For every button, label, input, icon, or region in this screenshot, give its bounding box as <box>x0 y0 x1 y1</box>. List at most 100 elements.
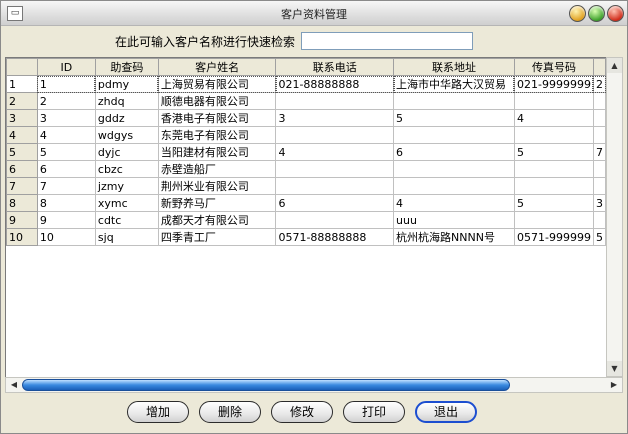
table-cell[interactable] <box>275 211 395 229</box>
table-cell[interactable]: gddz <box>94 109 159 127</box>
table-cell[interactable]: xymc <box>94 194 159 212</box>
table-cell[interactable]: dyjc <box>94 143 159 161</box>
table-cell[interactable] <box>275 126 395 144</box>
table-cell[interactable]: 1 <box>36 75 96 93</box>
table-cell[interactable]: 6 <box>275 194 395 212</box>
table-cell[interactable] <box>275 160 395 178</box>
table-row[interactable]: 5 5 dyjc 当阳建材有限公司 4 6 5 7 <box>6 143 606 161</box>
table-cell[interactable]: 当阳建材有限公司 <box>157 143 277 161</box>
table-cell[interactable] <box>513 126 594 144</box>
table-cell[interactable]: 0571-999999 <box>513 228 594 246</box>
table-cell[interactable]: 6 <box>36 160 96 178</box>
search-input[interactable] <box>301 32 473 50</box>
table-cell[interactable]: 4 <box>275 143 395 161</box>
table-cell[interactable] <box>513 177 594 195</box>
table-cell[interactable] <box>275 92 395 110</box>
table-cell[interactable]: 021-88888888 <box>275 75 395 93</box>
table-cell[interactable]: uuu <box>393 211 515 229</box>
table-cell[interactable]: 四季青工厂 <box>157 228 277 246</box>
table-row[interactable]: 1 1 pdmy 上海贸易有限公司 021-88888888 上海市中华路大汉贸易 021-… <box>6 75 606 93</box>
table-cell[interactable]: 8 <box>36 194 96 212</box>
column-header[interactable]: 助查码 <box>94 58 159 76</box>
table-row[interactable]: 6 6 cbzc 赤壁造船厂 <box>6 160 606 178</box>
horizontal-scroll-thumb[interactable] <box>22 379 510 391</box>
scroll-left-arrow-icon[interactable]: ◀ <box>7 378 21 392</box>
column-header[interactable]: 传真号码 <box>513 58 594 76</box>
column-header[interactable]: 联系电话 <box>275 58 395 76</box>
table-cell[interactable]: 4 <box>513 109 594 127</box>
table-cell[interactable] <box>592 109 606 127</box>
table-cell[interactable]: 10 <box>36 228 96 246</box>
table-cell[interactable]: 3 <box>36 109 96 127</box>
table-cell[interactable]: 赤壁造船厂 <box>157 160 277 178</box>
table-row[interactable]: 2 2 zhdq 顺德电器有限公司 <box>6 92 606 110</box>
table-cell[interactable]: 顺德电器有限公司 <box>157 92 277 110</box>
exit-button[interactable]: 退出 <box>415 401 477 423</box>
table-cell[interactable]: 2 <box>592 75 606 93</box>
table-cell[interactable]: 东莞电子有限公司 <box>157 126 277 144</box>
customer-grid[interactable]: ID 助查码 客户姓名 联系电话 联系地址 传真号码 1 1 pdmy 上海贸易有限公司 021-… <box>5 57 607 379</box>
table-cell[interactable]: 7 <box>36 177 96 195</box>
table-cell[interactable] <box>275 177 395 195</box>
add-button[interactable]: 增加 <box>127 401 189 423</box>
table-cell[interactable]: 9 <box>36 211 96 229</box>
print-button[interactable]: 打印 <box>343 401 405 423</box>
table-cell[interactable]: 6 <box>393 143 515 161</box>
table-cell[interactable]: 5 <box>592 228 606 246</box>
close-button[interactable] <box>607 5 624 22</box>
table-row[interactable]: 10 10 sjq 四季青工厂 0571-88888888 杭州杭海路NNNN号 0571-… <box>6 228 606 246</box>
table-row[interactable]: 9 9 cdtc 成都天才有限公司 uuu <box>6 211 606 229</box>
table-cell[interactable]: sjq <box>94 228 159 246</box>
table-cell[interactable]: 3 <box>592 194 606 212</box>
table-cell[interactable]: pdmy <box>94 75 159 93</box>
table-cell[interactable]: 4 <box>36 126 96 144</box>
table-cell[interactable]: zhdq <box>94 92 159 110</box>
table-cell[interactable]: 2 <box>36 92 96 110</box>
table-cell[interactable] <box>513 160 594 178</box>
table-row[interactable]: 4 4 wdgys 东莞电子有限公司 <box>6 126 606 144</box>
scroll-down-arrow-icon[interactable]: ▼ <box>607 361 622 376</box>
table-cell[interactable] <box>393 92 515 110</box>
table-cell[interactable]: 上海市中华路大汉贸易 <box>393 75 515 93</box>
vertical-scrollbar[interactable]: ▲ ▼ <box>606 57 623 377</box>
table-cell[interactable]: cbzc <box>94 160 159 178</box>
delete-button[interactable]: 删除 <box>199 401 261 423</box>
table-cell[interactable]: 新野养马厂 <box>157 194 277 212</box>
maximize-button[interactable] <box>588 5 605 22</box>
table-cell[interactable] <box>592 160 606 178</box>
horizontal-scrollbar[interactable]: ◀ ▶ <box>5 377 623 393</box>
table-cell[interactable]: 5 <box>36 143 96 161</box>
table-cell[interactable]: 3 <box>275 109 395 127</box>
table-cell[interactable] <box>592 126 606 144</box>
table-row[interactable]: 7 7 jzmy 荆州米业有限公司 <box>6 177 606 195</box>
table-cell[interactable] <box>592 211 606 229</box>
table-cell[interactable] <box>513 92 594 110</box>
table-cell[interactable]: 0571-88888888 <box>275 228 395 246</box>
table-cell[interactable] <box>393 177 515 195</box>
table-cell[interactable]: 上海贸易有限公司 <box>157 75 277 93</box>
table-cell[interactable] <box>592 177 606 195</box>
table-cell[interactable]: 香港电子有限公司 <box>157 109 277 127</box>
table-cell[interactable]: jzmy <box>94 177 159 195</box>
minimize-button[interactable] <box>569 5 586 22</box>
table-row[interactable]: 8 8 xymc 新野养马厂 6 4 5 3 <box>6 194 606 212</box>
table-cell[interactable]: 5 <box>513 143 594 161</box>
table-cell[interactable] <box>393 160 515 178</box>
table-cell[interactable] <box>513 211 594 229</box>
scroll-right-arrow-icon[interactable]: ▶ <box>607 378 621 392</box>
table-cell[interactable]: 4 <box>393 194 515 212</box>
table-cell[interactable]: 成都天才有限公司 <box>157 211 277 229</box>
table-cell[interactable] <box>592 92 606 110</box>
table-cell[interactable]: 5 <box>393 109 515 127</box>
table-cell[interactable]: 荆州米业有限公司 <box>157 177 277 195</box>
edit-button[interactable]: 修改 <box>271 401 333 423</box>
column-header[interactable] <box>592 58 606 76</box>
table-cell[interactable]: 021-9999999 <box>513 75 594 93</box>
column-header[interactable]: 客户姓名 <box>157 58 277 76</box>
table-row[interactable]: 3 3 gddz 香港电子有限公司 3 5 4 <box>6 109 606 127</box>
table-cell[interactable]: 杭州杭海路NNNN号 <box>393 228 515 246</box>
column-header[interactable]: ID <box>36 58 96 76</box>
table-cell[interactable]: 7 <box>592 143 606 161</box>
table-cell[interactable]: 5 <box>513 194 594 212</box>
table-cell[interactable]: cdtc <box>94 211 159 229</box>
